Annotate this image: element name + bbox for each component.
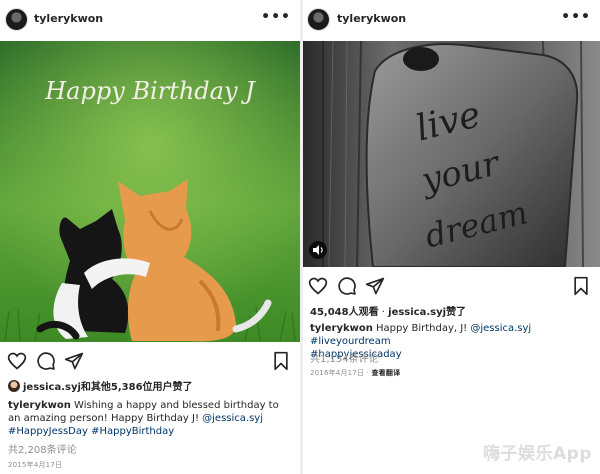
bookmark-icon[interactable] [572, 276, 590, 296]
post-date: 2015年4月17日 [8, 461, 63, 469]
caption-text: Happy Birthday, J! [372, 323, 471, 334]
right-post: tylerykwon ••• live your dream 45,048人观看… [303, 0, 600, 474]
comment-icon[interactable] [36, 351, 56, 371]
post-video[interactable]: live your dream [303, 41, 600, 267]
avatar[interactable] [307, 8, 330, 31]
photo-caption-text: Happy Birthday J [44, 77, 256, 105]
comment-icon[interactable] [337, 276, 357, 296]
see-translation-link[interactable]: 查看翻译 [371, 369, 400, 377]
video-icon[interactable] [309, 241, 327, 259]
liker-username[interactable]: jessica.syj [23, 382, 81, 393]
view-count[interactable]: 45,048人观看 [310, 307, 379, 318]
kittens-photo: Happy Birthday J [0, 41, 300, 342]
liked-suffix: 赞了 [446, 307, 467, 318]
liked-suffix[interactable]: 和其他5,386位用户赞了 [81, 382, 193, 393]
liked-by: jessica.syj和其他5,386位用户赞了 [8, 378, 193, 393]
post-date: 2016年4月17日 [310, 369, 365, 377]
more-horizontal-icon[interactable]: ••• [561, 9, 591, 25]
liker-avatar[interactable] [8, 380, 20, 392]
view-comments-link[interactable]: 共2,208条评论 [8, 441, 77, 456]
bookmark-icon[interactable] [272, 351, 290, 371]
action-bar [0, 349, 300, 373]
heart-icon[interactable] [7, 351, 27, 371]
post-header: tylerykwon ••• [0, 0, 300, 40]
caption: tylerykwon Wishing a happy and blessed b… [8, 399, 294, 438]
hashtag[interactable]: #HappyBirthday [91, 426, 174, 437]
avatar[interactable] [5, 8, 28, 31]
live-your-dream-photo: live your dream [303, 41, 600, 267]
more-horizontal-icon[interactable]: ••• [261, 9, 291, 25]
post-header: tylerykwon ••• [303, 0, 600, 40]
heart-icon[interactable] [308, 276, 328, 296]
share-icon[interactable] [64, 351, 84, 371]
share-icon[interactable] [365, 276, 385, 296]
hashtag[interactable]: #liveyourdream [310, 336, 391, 347]
separator: · [378, 307, 389, 318]
liker-username[interactable]: jessica.syj [388, 307, 446, 318]
post-photo[interactable]: Happy Birthday J [0, 41, 300, 342]
action-bar [303, 274, 600, 298]
caption-mention[interactable]: @jessica.syj [202, 413, 263, 424]
post-date-line: 2016年4月17日 · 查看翻译 [310, 368, 400, 378]
hashtag[interactable]: #HappyJessDay [8, 426, 88, 437]
username[interactable]: tylerykwon [337, 12, 406, 25]
username[interactable]: tylerykwon [34, 12, 103, 25]
watermark: 嗨子娱乐App [483, 444, 592, 464]
caption-mention[interactable]: @jessica.syj [470, 323, 531, 334]
view-comments-link[interactable]: 共1,154条评论 [310, 350, 379, 365]
caption-username[interactable]: tylerykwon [310, 323, 373, 334]
views-and-likes: 45,048人观看 · jessica.syj赞了 [310, 303, 466, 318]
left-post: tylerykwon ••• Happy Birthday J jessica.… [0, 0, 300, 474]
caption-username[interactable]: tylerykwon [8, 400, 71, 411]
